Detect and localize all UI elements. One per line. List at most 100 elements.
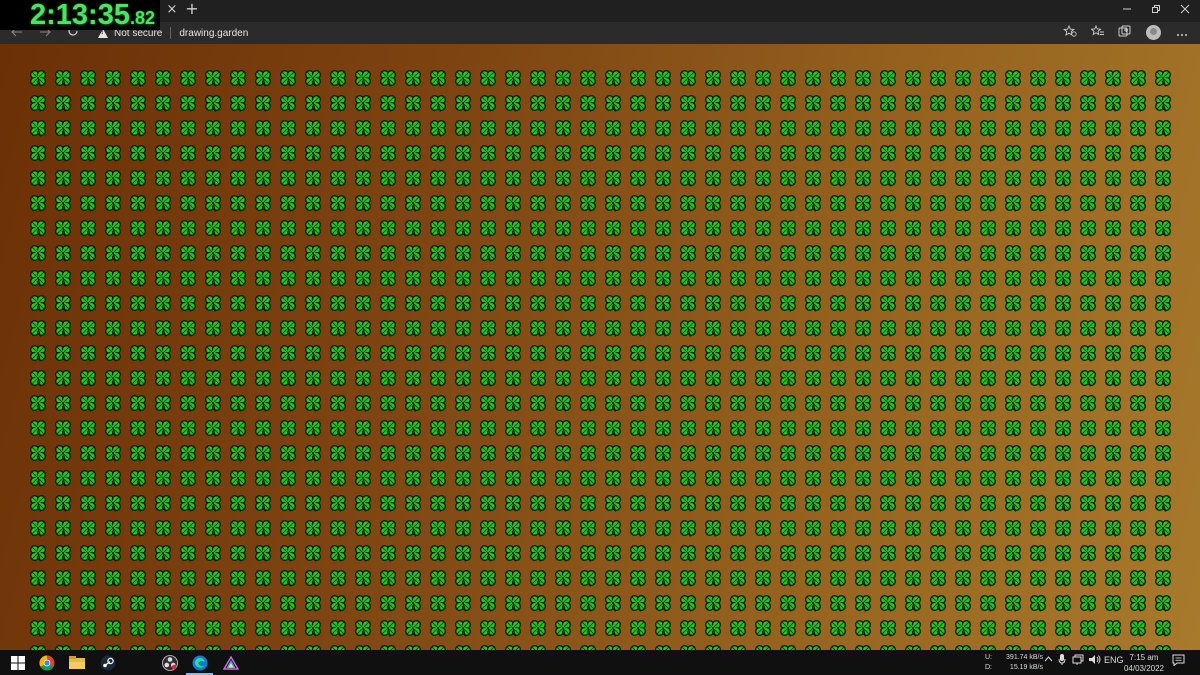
clover-icon[interactable] bbox=[230, 570, 246, 588]
clover-icon[interactable] bbox=[680, 470, 696, 488]
clover-icon[interactable] bbox=[1005, 95, 1021, 113]
clover-icon[interactable] bbox=[130, 520, 146, 538]
clover-icon[interactable] bbox=[280, 245, 296, 263]
clover-icon[interactable] bbox=[1155, 495, 1171, 513]
clover-icon[interactable] bbox=[830, 70, 846, 88]
clover-icon[interactable] bbox=[1055, 470, 1071, 488]
clover-icon[interactable] bbox=[180, 320, 196, 338]
clover-icon[interactable] bbox=[955, 70, 971, 88]
clover-icon[interactable] bbox=[180, 170, 196, 188]
clover-icon[interactable] bbox=[730, 245, 746, 263]
clover-icon[interactable] bbox=[30, 120, 46, 138]
clover-icon[interactable] bbox=[955, 245, 971, 263]
clover-icon[interactable] bbox=[180, 445, 196, 463]
clover-icon[interactable] bbox=[680, 145, 696, 163]
clover-icon[interactable] bbox=[1080, 170, 1096, 188]
clover-icon[interactable] bbox=[1105, 420, 1121, 438]
clover-icon[interactable] bbox=[330, 145, 346, 163]
clover-icon[interactable] bbox=[105, 520, 121, 538]
clover-icon[interactable] bbox=[555, 520, 571, 538]
clover-icon[interactable] bbox=[155, 95, 171, 113]
clover-icon[interactable] bbox=[905, 520, 921, 538]
clover-icon[interactable] bbox=[680, 545, 696, 563]
restore-button[interactable] bbox=[1141, 0, 1171, 20]
clover-icon[interactable] bbox=[1105, 620, 1121, 638]
clover-icon[interactable] bbox=[180, 595, 196, 613]
clover-icon[interactable] bbox=[630, 470, 646, 488]
clover-icon[interactable] bbox=[405, 545, 421, 563]
clover-icon[interactable] bbox=[405, 220, 421, 238]
taskbar-edge[interactable] bbox=[190, 653, 209, 672]
taskbar-app[interactable] bbox=[221, 653, 240, 672]
clover-icon[interactable] bbox=[1005, 270, 1021, 288]
clover-icon[interactable] bbox=[805, 495, 821, 513]
clover-icon[interactable] bbox=[905, 570, 921, 588]
clover-icon[interactable] bbox=[680, 270, 696, 288]
clover-icon[interactable] bbox=[505, 295, 521, 313]
clover-icon[interactable] bbox=[255, 220, 271, 238]
clover-icon[interactable] bbox=[155, 495, 171, 513]
clover-icon[interactable] bbox=[1130, 295, 1146, 313]
clover-icon[interactable] bbox=[30, 570, 46, 588]
clover-icon[interactable] bbox=[1130, 145, 1146, 163]
clover-icon[interactable] bbox=[955, 145, 971, 163]
clover-icon[interactable] bbox=[1005, 445, 1021, 463]
clover-icon[interactable] bbox=[780, 620, 796, 638]
clover-icon[interactable] bbox=[705, 395, 721, 413]
clover-icon[interactable] bbox=[930, 470, 946, 488]
clover-icon[interactable] bbox=[30, 145, 46, 163]
clover-icon[interactable] bbox=[855, 495, 871, 513]
address-bar[interactable]: Not secure drawing.garden bbox=[92, 24, 1094, 42]
clover-icon[interactable] bbox=[955, 270, 971, 288]
clover-icon[interactable] bbox=[680, 370, 696, 388]
clover-icon[interactable] bbox=[355, 170, 371, 188]
clover-icon[interactable] bbox=[1130, 270, 1146, 288]
clover-icon[interactable] bbox=[405, 345, 421, 363]
system-clock[interactable]: 7:15 am 04/03/2022 bbox=[1122, 652, 1166, 674]
clover-icon[interactable] bbox=[1130, 520, 1146, 538]
clover-icon[interactable] bbox=[530, 70, 546, 88]
clover-icon[interactable] bbox=[430, 620, 446, 638]
clover-icon[interactable] bbox=[280, 195, 296, 213]
clover-icon[interactable] bbox=[305, 95, 321, 113]
clover-icon[interactable] bbox=[505, 420, 521, 438]
clover-icon[interactable] bbox=[1030, 145, 1046, 163]
clover-icon[interactable] bbox=[780, 145, 796, 163]
clover-icon[interactable] bbox=[905, 295, 921, 313]
clover-icon[interactable] bbox=[30, 420, 46, 438]
clover-icon[interactable] bbox=[205, 420, 221, 438]
clover-icon[interactable] bbox=[855, 145, 871, 163]
clover-icon[interactable] bbox=[555, 570, 571, 588]
clover-icon[interactable] bbox=[455, 245, 471, 263]
clover-icon[interactable] bbox=[130, 220, 146, 238]
clover-icon[interactable] bbox=[755, 295, 771, 313]
clover-icon[interactable] bbox=[230, 520, 246, 538]
clover-icon[interactable] bbox=[380, 95, 396, 113]
clover-icon[interactable] bbox=[955, 595, 971, 613]
clover-icon[interactable] bbox=[80, 570, 96, 588]
clover-icon[interactable] bbox=[305, 620, 321, 638]
clover-icon[interactable] bbox=[355, 545, 371, 563]
clover-icon[interactable] bbox=[280, 445, 296, 463]
clover-icon[interactable] bbox=[605, 195, 621, 213]
clover-icon[interactable] bbox=[755, 145, 771, 163]
clover-icon[interactable] bbox=[805, 320, 821, 338]
clover-icon[interactable] bbox=[255, 595, 271, 613]
clover-icon[interactable] bbox=[255, 95, 271, 113]
clover-icon[interactable] bbox=[1055, 95, 1071, 113]
clover-icon[interactable] bbox=[455, 420, 471, 438]
clover-icon[interactable] bbox=[555, 620, 571, 638]
menu-button[interactable] bbox=[1172, 22, 1192, 44]
clover-icon[interactable] bbox=[405, 420, 421, 438]
clover-icon[interactable] bbox=[355, 595, 371, 613]
clover-icon[interactable] bbox=[705, 245, 721, 263]
clover-icon[interactable] bbox=[680, 170, 696, 188]
clover-icon[interactable] bbox=[855, 420, 871, 438]
clover-icon[interactable] bbox=[205, 220, 221, 238]
clover-icon[interactable] bbox=[1055, 245, 1071, 263]
clover-icon[interactable] bbox=[355, 370, 371, 388]
clover-icon[interactable] bbox=[155, 445, 171, 463]
clover-icon[interactable] bbox=[630, 370, 646, 388]
clover-icon[interactable] bbox=[1080, 370, 1096, 388]
clover-icon[interactable] bbox=[380, 520, 396, 538]
